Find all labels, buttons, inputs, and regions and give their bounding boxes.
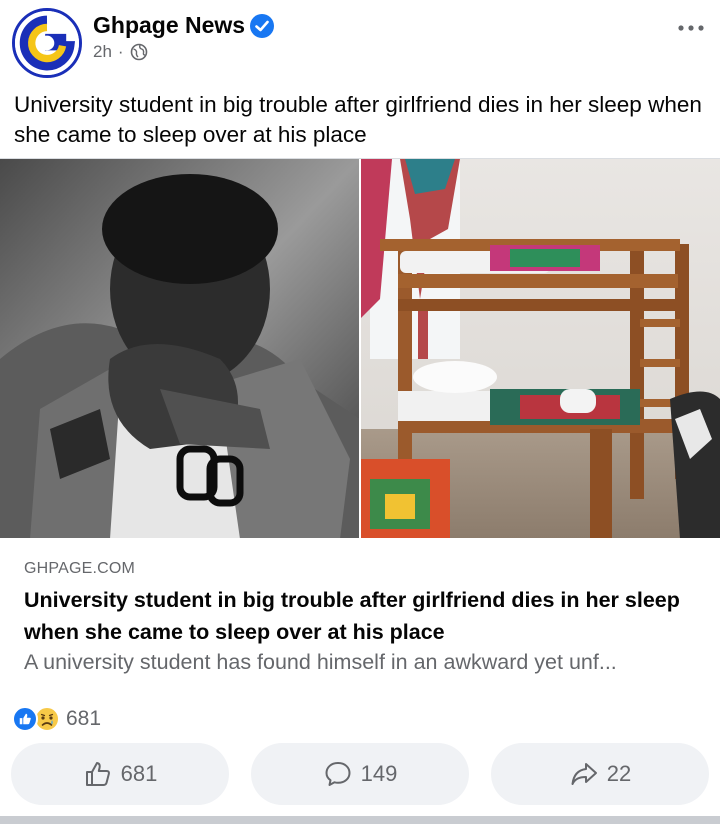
post-meta: 2h · [93, 42, 148, 62]
like-button[interactable]: 681 [11, 743, 229, 805]
like-count: 681 [120, 761, 158, 786]
post-header: Ghpage News 2h · [0, 0, 720, 84]
like-reaction-icon [12, 706, 38, 732]
ghpage-logo-icon [15, 11, 79, 75]
feed-divider [0, 816, 720, 824]
post-image[interactable] [0, 158, 720, 539]
globe-icon [130, 43, 147, 61]
link-title[interactable]: University student in big trouble after … [24, 584, 704, 648]
page-name[interactable]: Ghpage News [93, 12, 245, 39]
reaction-count: 681 [66, 707, 102, 730]
reactions-summary[interactable]: 681 [12, 704, 101, 734]
share-button[interactable]: 22 [491, 743, 709, 805]
more-options-icon[interactable] [676, 18, 706, 38]
thumbs-up-icon [85, 762, 110, 786]
link-preview-image [0, 159, 720, 539]
comment-button[interactable]: 149 [251, 743, 469, 805]
verified-badge-icon [250, 14, 274, 38]
comment-icon [325, 762, 351, 786]
comment-count: 149 [360, 761, 398, 786]
link-preview[interactable]: GHPAGE.COM University student in big tro… [0, 538, 720, 692]
share-count: 22 [606, 761, 632, 786]
post-actions: 681 149 22 [0, 743, 720, 805]
share-arrow-icon [571, 763, 597, 785]
page-avatar[interactable] [12, 8, 82, 78]
meta-separator: · [117, 42, 124, 61]
link-domain: GHPAGE.COM [24, 560, 136, 577]
post-time[interactable]: 2h [93, 42, 112, 62]
post-caption: University student in big trouble after … [14, 92, 702, 147]
link-description: A university student has found himself i… [24, 650, 617, 674]
